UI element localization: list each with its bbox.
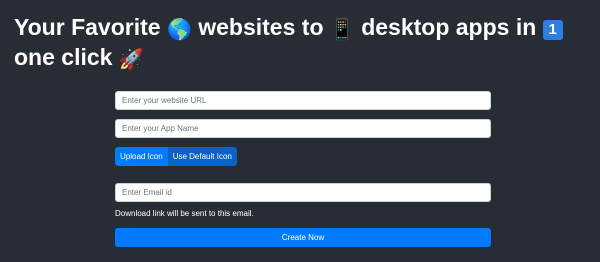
title-text-3: desktop apps in (361, 14, 537, 40)
title-text-1: Your Favorite (14, 14, 161, 40)
website-url-input[interactable] (115, 91, 491, 110)
app-name-input[interactable] (115, 119, 491, 138)
title-text-4: one click (14, 44, 113, 70)
upload-icon-button[interactable]: Upload Icon (115, 147, 168, 166)
icon-button-group: Upload Icon Use Default Icon (115, 147, 491, 166)
page-title: Your Favorite 🌎 websites to 📱 desktop ap… (14, 14, 594, 74)
use-default-icon-button[interactable]: Use Default Icon (167, 147, 237, 166)
rocket-icon: 🚀 (118, 49, 144, 71)
app-form: Upload Icon Use Default Icon Download li… (115, 91, 491, 247)
create-now-button[interactable]: Create Now (115, 228, 491, 247)
keycap-one-icon: 1 (542, 20, 563, 40)
email-input[interactable] (115, 183, 491, 202)
email-hint-text: Download link will be sent to this email… (115, 209, 254, 218)
phone-icon: 📱 (329, 19, 355, 41)
globe-icon: 🌎 (166, 19, 192, 41)
page: Your Favorite 🌎 websites to 📱 desktop ap… (0, 0, 600, 262)
title-text-2: websites to (198, 14, 324, 40)
